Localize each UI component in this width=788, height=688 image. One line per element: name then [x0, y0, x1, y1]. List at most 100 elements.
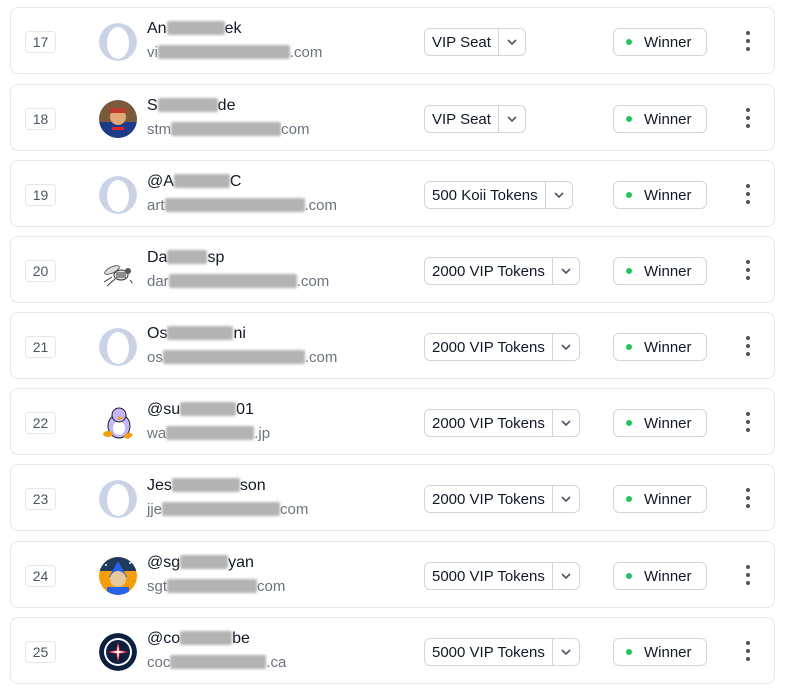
- status-badge[interactable]: Winner: [613, 409, 707, 437]
- participant-email: sgt com: [147, 578, 286, 595]
- status-badge[interactable]: Winner: [613, 28, 707, 56]
- status-label: Winner: [644, 490, 692, 508]
- chevron-down-icon[interactable]: [551, 486, 579, 512]
- status-label: Winner: [644, 414, 692, 432]
- status-dot-icon: [626, 573, 632, 579]
- status-label: Winner: [644, 567, 692, 585]
- status-badge[interactable]: Winner: [613, 638, 707, 666]
- participant-name: @sg yan: [147, 554, 254, 571]
- rank-badge: 18: [25, 108, 56, 130]
- more-options-icon[interactable]: [738, 561, 758, 589]
- jets-logo-avatar-icon: [99, 633, 137, 671]
- prize-label: VIP Seat: [432, 110, 491, 128]
- status-dot-icon: [626, 268, 632, 274]
- status-badge[interactable]: Winner: [613, 485, 707, 513]
- placeholder-avatar-icon: [99, 23, 137, 61]
- chevron-down-icon[interactable]: [551, 563, 579, 589]
- prize-label: 500 Koii Tokens: [432, 186, 538, 204]
- participant-name: Os ni: [147, 325, 246, 342]
- participant-email: dar .com: [147, 273, 330, 290]
- more-options-icon[interactable]: [738, 408, 758, 436]
- rank-badge: 24: [25, 565, 56, 587]
- prize-dropdown[interactable]: 5000 VIP Tokens: [424, 638, 580, 666]
- rank-badge: 22: [25, 412, 56, 434]
- prize-label: 5000 VIP Tokens: [432, 643, 545, 661]
- more-options-icon[interactable]: [738, 256, 758, 284]
- table-row: 23 Jes son jje com 2000 VIP Tokens Winner: [10, 464, 775, 531]
- status-dot-icon: [626, 192, 632, 198]
- table-row: 19 @A C art .com 500 Koii Tokens Winner: [10, 160, 775, 227]
- prize-dropdown[interactable]: 2000 VIP Tokens: [424, 485, 580, 513]
- status-badge[interactable]: Winner: [613, 333, 707, 361]
- status-badge[interactable]: Winner: [613, 181, 707, 209]
- participant-email: stm com: [147, 121, 310, 138]
- penguin-avatar-icon: [99, 404, 137, 442]
- more-options-icon[interactable]: [738, 484, 758, 512]
- status-dot-icon: [626, 344, 632, 350]
- table-row: 24 @sg yan sgt com 5000 VIP Tokens Winner: [10, 541, 775, 608]
- chevron-down-icon[interactable]: [551, 258, 579, 284]
- rank-badge: 23: [25, 488, 56, 510]
- rank-badge: 19: [25, 184, 56, 206]
- status-badge[interactable]: Winner: [613, 105, 707, 133]
- participant-email: vi .com: [147, 44, 323, 61]
- rank-badge: 20: [25, 260, 56, 282]
- prize-dropdown[interactable]: 5000 VIP Tokens: [424, 562, 580, 590]
- table-row: 22 @su 01 wa .jp 2000 VIP Tokens Winner: [10, 388, 775, 455]
- participants-list: 17 An ek vi .com VIP Seat Winner 18 Sde st…: [0, 0, 788, 688]
- chevron-down-icon[interactable]: [497, 29, 525, 55]
- more-options-icon[interactable]: [738, 180, 758, 208]
- table-row: 18 Sde stm com VIP Seat Winner: [10, 84, 775, 151]
- chevron-down-icon[interactable]: [497, 106, 525, 132]
- status-dot-icon: [626, 116, 632, 122]
- participant-name: @co be: [147, 630, 250, 647]
- prize-dropdown[interactable]: VIP Seat: [424, 28, 526, 56]
- status-label: Winner: [644, 186, 692, 204]
- participant-name: @A C: [147, 173, 242, 190]
- user-photo-avatar: [99, 100, 137, 138]
- participant-email: wa .jp: [147, 425, 271, 442]
- status-badge[interactable]: Winner: [613, 257, 707, 285]
- more-options-icon[interactable]: [738, 637, 758, 665]
- prize-dropdown[interactable]: 2000 VIP Tokens: [424, 257, 580, 285]
- chevron-down-icon[interactable]: [551, 639, 579, 665]
- participant-name: @su 01: [147, 401, 254, 418]
- prize-label: 5000 VIP Tokens: [432, 567, 545, 585]
- prize-label: VIP Seat: [432, 33, 491, 51]
- prize-label: 2000 VIP Tokens: [432, 490, 545, 508]
- participant-name: Sde: [147, 97, 236, 114]
- rank-badge: 21: [25, 336, 56, 358]
- participant-email: coc .ca: [147, 654, 287, 671]
- more-options-icon[interactable]: [738, 27, 758, 55]
- table-row: 20 Da sp dar .com 2000 VIP Tokens Winner: [10, 236, 775, 303]
- rank-badge: 17: [25, 31, 56, 53]
- participant-name: An ek: [147, 20, 242, 37]
- status-dot-icon: [626, 496, 632, 502]
- wasp-avatar-icon: [99, 252, 137, 290]
- chevron-down-icon[interactable]: [544, 182, 572, 208]
- placeholder-avatar-icon: [99, 176, 137, 214]
- placeholder-avatar-icon: [99, 328, 137, 366]
- status-dot-icon: [626, 649, 632, 655]
- status-badge[interactable]: Winner: [613, 562, 707, 590]
- participant-email: os .com: [147, 349, 338, 366]
- prize-dropdown[interactable]: 2000 VIP Tokens: [424, 409, 580, 437]
- status-label: Winner: [644, 33, 692, 51]
- status-label: Winner: [644, 338, 692, 356]
- more-options-icon[interactable]: [738, 104, 758, 132]
- prize-label: 2000 VIP Tokens: [432, 262, 545, 280]
- prize-dropdown[interactable]: VIP Seat: [424, 105, 526, 133]
- participant-email: jje com: [147, 501, 309, 518]
- prize-dropdown[interactable]: 2000 VIP Tokens: [424, 333, 580, 361]
- cartoon-avatar-icon: [99, 557, 137, 595]
- chevron-down-icon[interactable]: [551, 410, 579, 436]
- rank-badge: 25: [25, 641, 56, 663]
- chevron-down-icon[interactable]: [551, 334, 579, 360]
- prize-dropdown[interactable]: 500 Koii Tokens: [424, 181, 573, 209]
- status-label: Winner: [644, 262, 692, 280]
- participant-name: Jes son: [147, 477, 266, 494]
- table-row: 17 An ek vi .com VIP Seat Winner: [10, 7, 775, 74]
- status-label: Winner: [644, 643, 692, 661]
- status-dot-icon: [626, 420, 632, 426]
- more-options-icon[interactable]: [738, 332, 758, 360]
